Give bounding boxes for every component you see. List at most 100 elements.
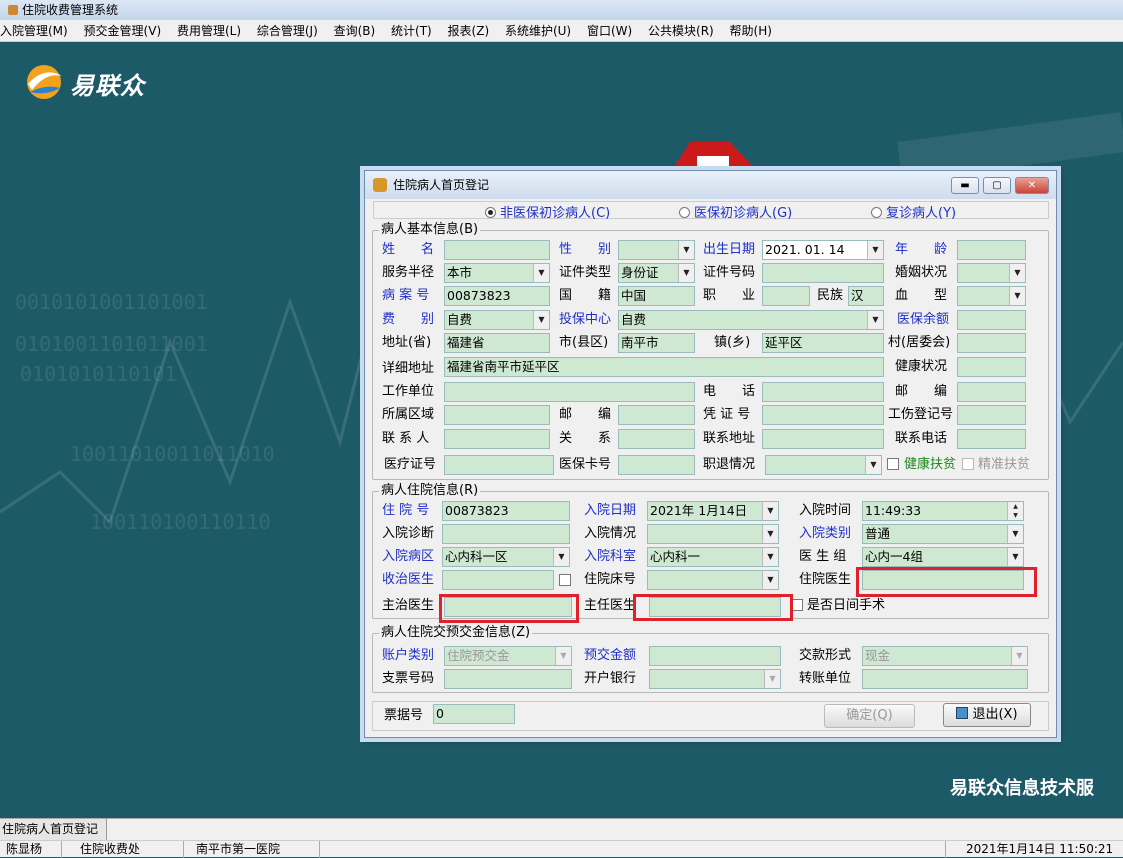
transfer-unit-input[interactable] [862,669,1028,689]
diag-input[interactable] [442,524,570,544]
payment-method-select[interactable]: 现金 ▼ [862,646,1028,666]
label-job: 职 业 [703,288,756,303]
phone-input[interactable] [762,382,884,402]
admit-doctor-checkbox[interactable] [559,574,571,586]
spinner-icon[interactable]: ▲ ▼ [1007,502,1023,520]
precise-checkbox[interactable] [962,458,974,470]
fee-select[interactable]: 自费 ▼ [444,310,550,330]
health-input[interactable] [957,357,1026,377]
chevron-down-icon: ▼ [678,241,694,259]
province-input[interactable]: 福建省 [444,333,550,353]
injury-input[interactable] [957,405,1026,425]
poverty-checkbox[interactable] [887,458,899,470]
job-input[interactable] [762,286,810,306]
idno-input[interactable] [762,263,884,283]
status-select[interactable]: ▼ [647,524,779,544]
detail-address-input[interactable]: 福建省南平市延平区 [444,357,884,377]
label-fee: 费 别 [382,312,435,327]
confirm-button[interactable]: 确定(Q) [824,704,915,728]
menu-admission[interactable]: 入院管理(M) [0,20,74,42]
hosp-no-input[interactable]: 00873823 [442,501,570,521]
window-taskbar: 住院病人首页登记 [0,818,1123,840]
status-user: 陈显杨 [0,841,62,858]
minimize-button[interactable]: ▬ [951,177,979,194]
age-input[interactable] [957,240,1026,260]
record-no-input[interactable]: 00873823 [444,286,550,306]
bed-select[interactable]: ▼ [647,570,779,590]
logo-text: 易联众 [70,71,145,100]
admit-doctor-input[interactable] [442,570,554,590]
post2-input[interactable] [618,405,695,425]
radio-non-insured[interactable]: 非医保初诊病人(C) [485,202,610,221]
chevron-down-icon: ▼ [533,264,549,282]
menu-general[interactable]: 综合管理(J) [251,20,324,42]
relation-input[interactable] [618,429,695,449]
name-input[interactable] [444,240,550,260]
contact-input[interactable] [444,429,550,449]
label-nation: 国 籍 [559,288,612,303]
label-post: 邮 编 [895,384,948,399]
menu-maintenance[interactable]: 系统维护(U) [499,20,577,42]
medcard-input[interactable] [618,455,695,475]
contact-phone-input[interactable] [957,429,1026,449]
exit-button[interactable]: 退出(X) [943,703,1031,727]
menu-fees[interactable]: 费用管理(L) [171,20,247,42]
close-button[interactable]: ✕ [1015,177,1049,194]
admit-date-picker[interactable]: 2021年 1月14日 ▼ [647,501,779,521]
receipt-no-input[interactable]: 0 [433,704,515,724]
post-input[interactable] [957,382,1026,402]
account-type-select[interactable]: 住院预交金 ▼ [444,646,572,666]
label-poverty: 健康扶贫 [904,457,957,472]
dept-select[interactable]: 心内科一 ▼ [647,547,779,567]
town-input[interactable]: 延平区 [762,333,884,353]
village-input[interactable] [957,333,1026,353]
service-select[interactable]: 本市 ▼ [444,263,550,283]
label-town: 镇(乡) [714,335,751,350]
work-input[interactable] [444,382,695,402]
center-select[interactable]: 自费 ▼ [618,310,884,330]
region-input[interactable] [444,405,550,425]
doctor-group-select[interactable]: 心内一4组 ▼ [862,547,1024,567]
label-age: 年 龄 [895,242,948,257]
chevron-down-icon: ▼ [764,670,780,688]
category-select[interactable]: 普通 ▼ [862,524,1024,544]
deposit-amount-input[interactable] [649,646,781,666]
company-logo: 易联众 [22,62,162,102]
radio-return[interactable]: 复诊病人(Y) [871,202,956,221]
idtype-select[interactable]: 身份证 ▼ [618,263,695,283]
marriage-select[interactable]: ▼ [957,263,1026,283]
blood-select[interactable]: ▼ [957,286,1026,306]
cert-input[interactable] [762,405,884,425]
menu-statistics[interactable]: 统计(T) [385,20,438,42]
cheque-input[interactable] [444,669,572,689]
ward-select[interactable]: 心内科一区 ▼ [442,547,570,567]
menu-help[interactable]: 帮助(H) [724,20,778,42]
bank-select[interactable]: ▼ [649,669,781,689]
menu-window[interactable]: 窗口(W) [581,20,638,42]
taskbar-item-registration[interactable]: 住院病人首页登记 [0,819,108,840]
radio-insured[interactable]: 医保初诊病人(G) [679,202,792,221]
medcert-input[interactable] [444,455,554,475]
app-titlebar: 住院收费管理系统 [0,0,1123,20]
ethnic-input[interactable]: 汉 [848,286,884,306]
retire-select[interactable]: ▼ [765,455,882,475]
chevron-down-icon: ▼ [867,311,883,329]
admit-time-input[interactable]: 11:49:33 ▲ ▼ [862,501,1024,521]
menu-reports[interactable]: 报表(Z) [442,20,496,42]
dialog-title: 住院病人首页登记 [393,178,490,192]
nation-input[interactable]: 中国 [618,286,695,306]
basic-info-title: 病人基本信息(B) [379,222,481,238]
label-doctor-group: 医 生 组 [799,549,847,564]
chevron-down-icon: ▼ [533,311,549,329]
menu-deposit[interactable]: 预交金管理(V) [78,20,168,42]
sex-select[interactable]: ▼ [618,240,695,260]
menu-public[interactable]: 公共模块(R) [642,20,720,42]
deposit-info-title: 病人住院交预交金信息(Z) [379,625,533,641]
city-input[interactable]: 南平市 [618,333,695,353]
balance-input[interactable] [957,310,1026,330]
contact-addr-input[interactable] [762,429,884,449]
menu-query[interactable]: 查询(B) [328,20,382,42]
birth-date-picker[interactable]: 2021. 01. 14 ▼ [762,240,884,260]
label-sex: 性 别 [559,242,612,257]
maximize-button[interactable]: ▢ [983,177,1011,194]
